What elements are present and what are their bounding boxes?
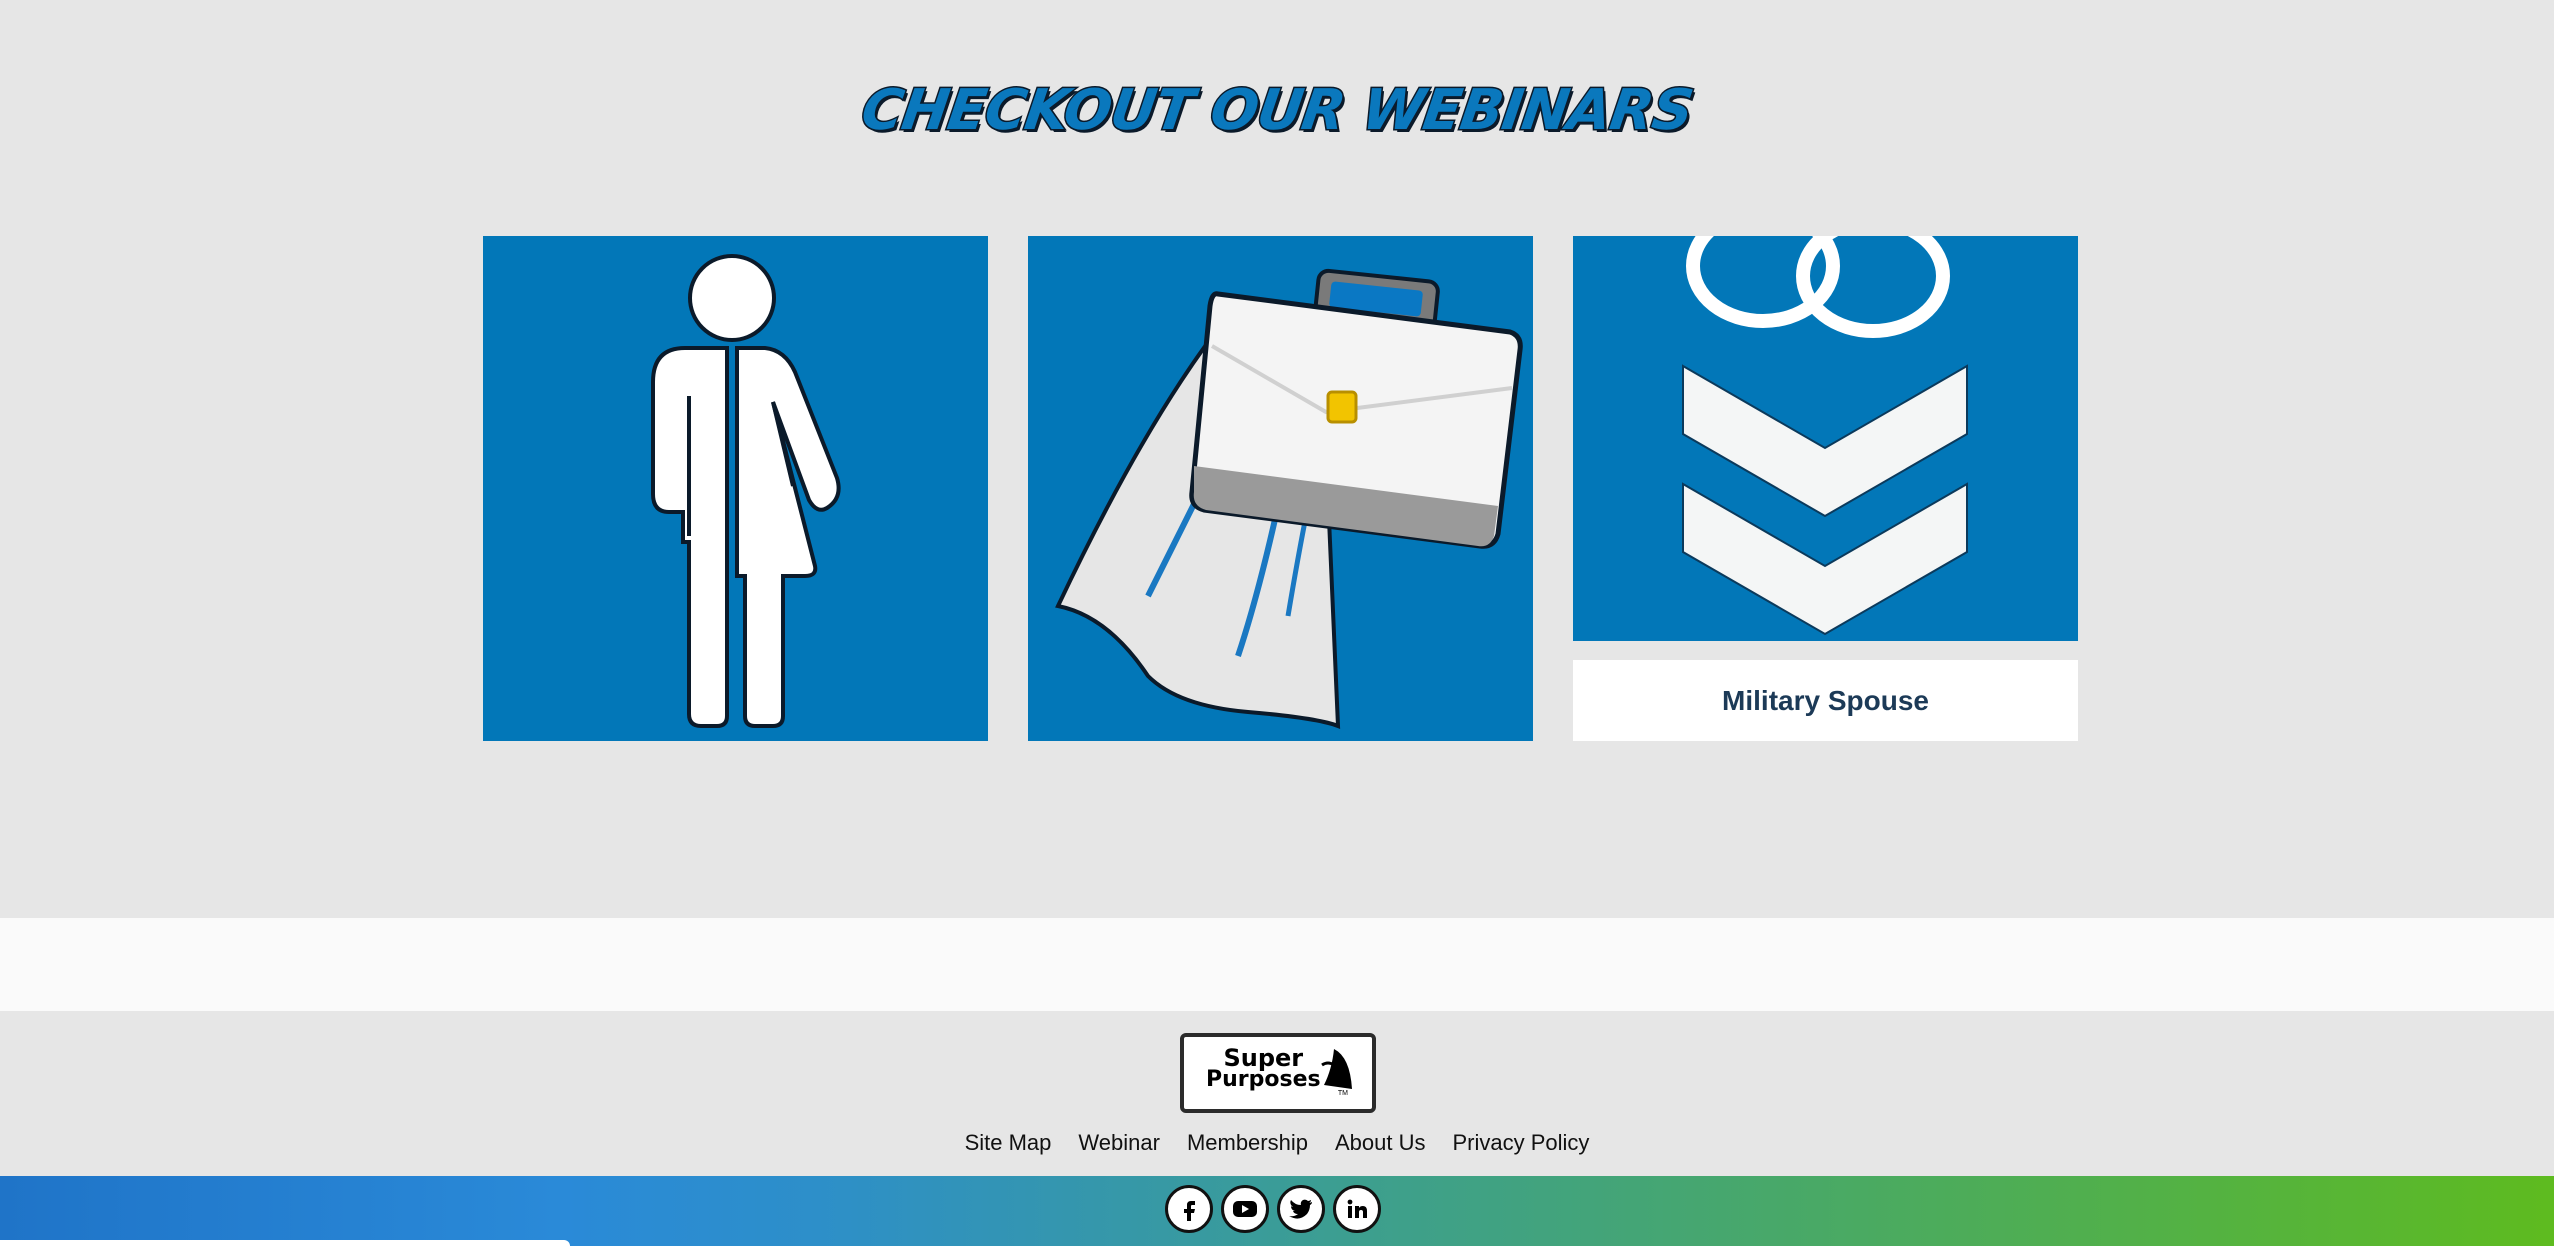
logo-line1: Super xyxy=(1223,1044,1304,1072)
footer-link-privacy-policy[interactable]: Privacy Policy xyxy=(1452,1130,1589,1156)
footer-link-membership[interactable]: Membership xyxy=(1187,1130,1308,1156)
webinar-card-military-spouse[interactable] xyxy=(1573,236,2078,641)
footer-nav: Site Map Webinar Membership About Us Pri… xyxy=(0,1130,2554,1156)
section-title: CHECKOUT OUR WEBINARS xyxy=(856,77,1698,145)
facebook-icon[interactable] xyxy=(1165,1185,1213,1233)
footer-link-webinar[interactable]: Webinar xyxy=(1078,1130,1160,1156)
logo-trademark: TM xyxy=(1337,1090,1348,1097)
spacer-band xyxy=(0,918,2554,1011)
footer-link-about-us[interactable]: About Us xyxy=(1335,1130,1426,1156)
twitter-icon[interactable] xyxy=(1277,1185,1325,1233)
webinar-card-business[interactable] xyxy=(1028,236,1533,741)
briefcase-cape-icon xyxy=(1055,268,1523,730)
cape-logo-icon xyxy=(1321,1049,1352,1089)
youtube-icon[interactable] xyxy=(1221,1185,1269,1233)
webinar-card-gender[interactable] xyxy=(483,236,988,741)
card-caption-military-spouse[interactable]: Military Spouse xyxy=(1573,660,2078,741)
footer-link-site-map[interactable]: Site Map xyxy=(965,1130,1052,1156)
logo-wordmark: Super Purposes xyxy=(1206,1044,1321,1092)
logo-line2: Purposes xyxy=(1206,1067,1321,1092)
chat-widget-tab[interactable] xyxy=(0,1240,570,1246)
linkedin-icon[interactable] xyxy=(1333,1185,1381,1233)
site-logo[interactable]: Super Purposes TM xyxy=(1180,1033,1376,1113)
social-icons xyxy=(1165,1185,1381,1233)
military-rings-chevrons-icon xyxy=(1682,236,1968,636)
gender-neutral-person-icon xyxy=(651,254,841,728)
